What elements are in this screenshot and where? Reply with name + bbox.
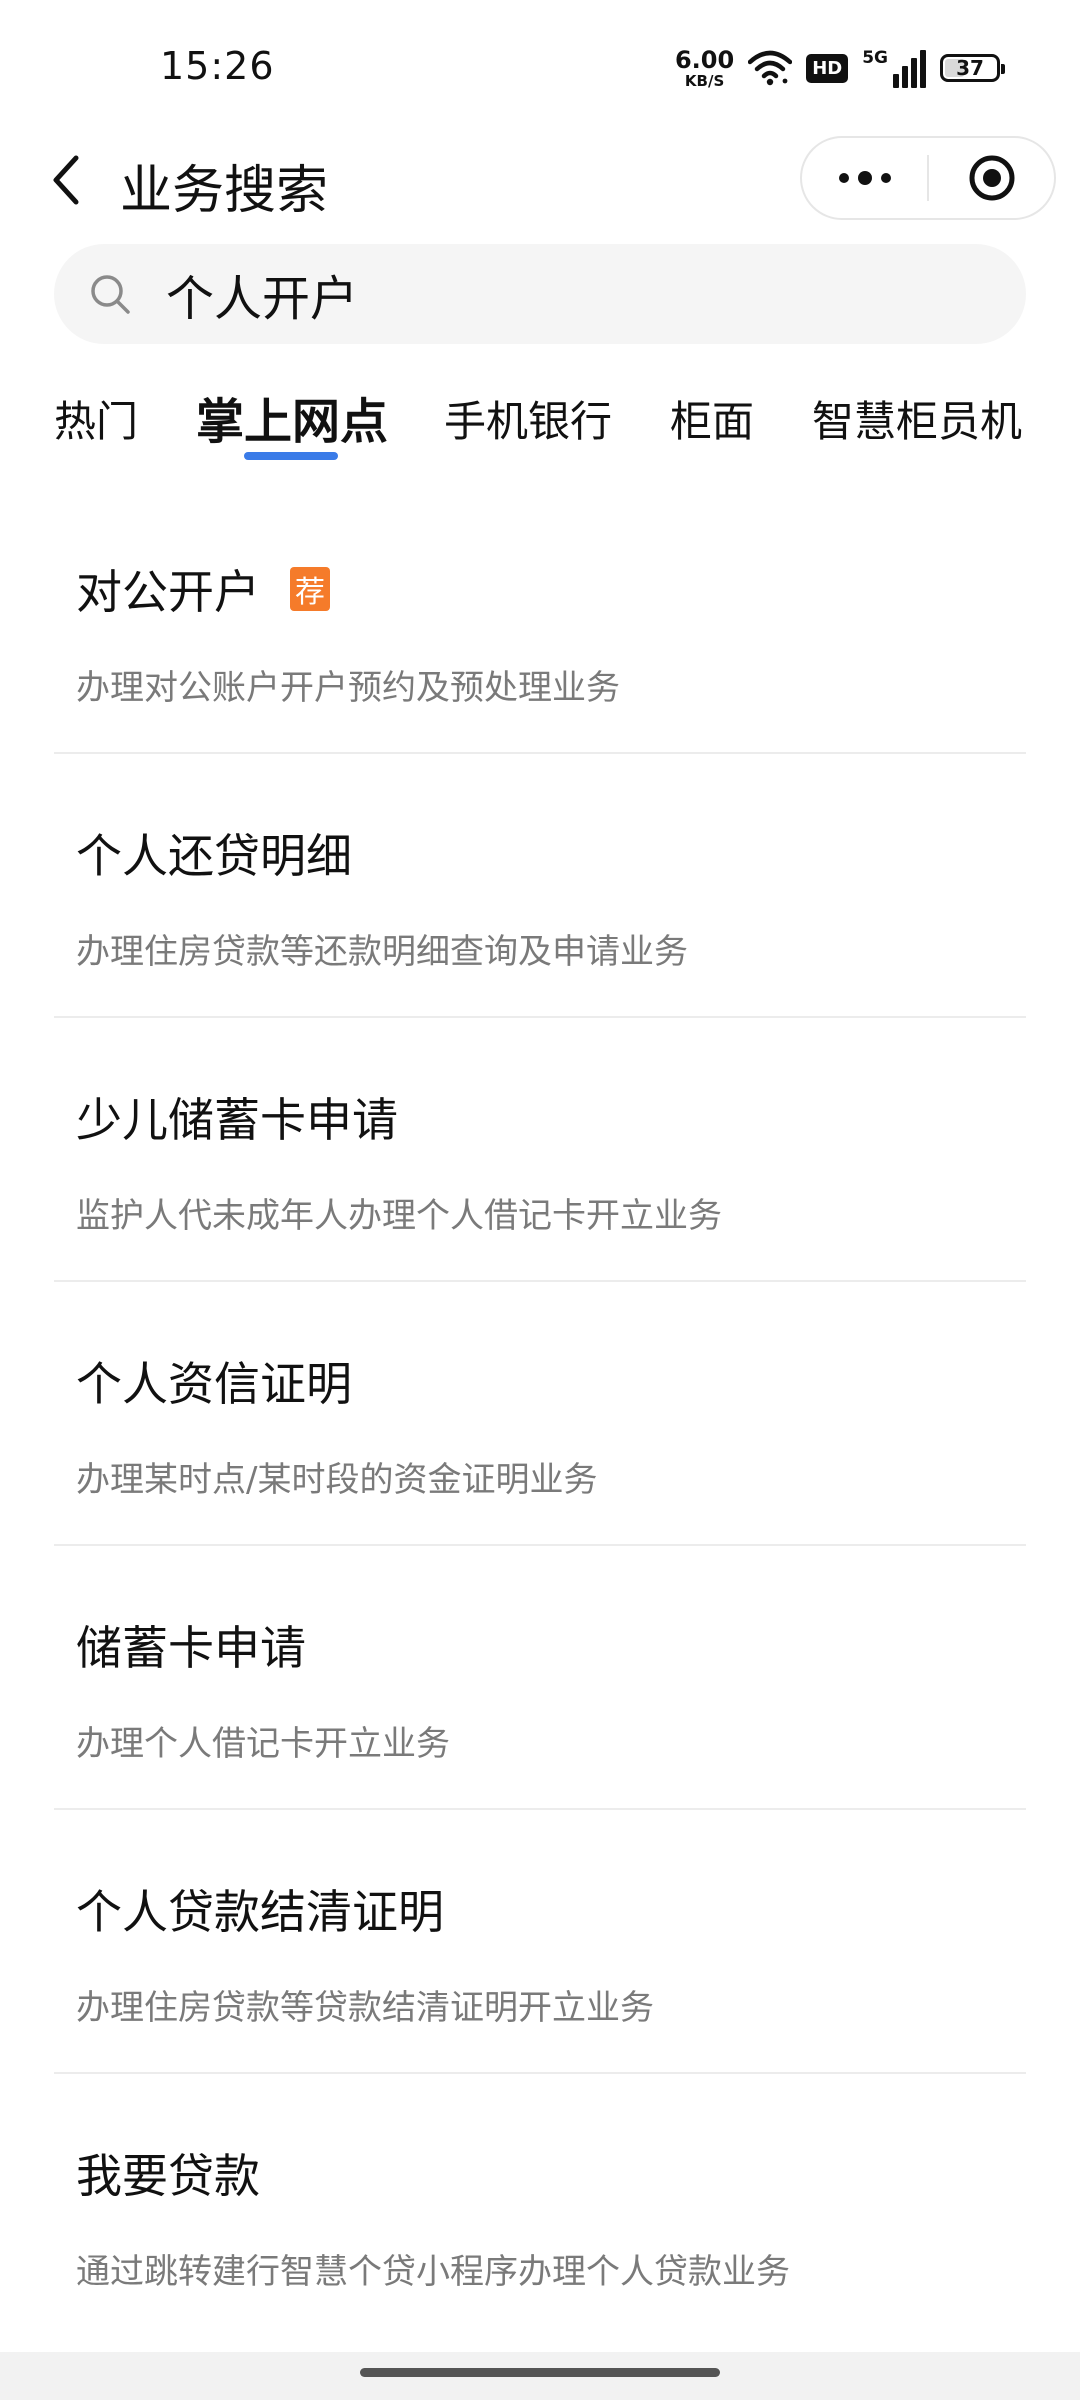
mini-program-capsule bbox=[800, 136, 1056, 220]
item-title: 个人还贷明细 bbox=[76, 829, 352, 883]
item-title: 少儿储蓄卡申请 bbox=[76, 1093, 398, 1147]
search-icon bbox=[91, 275, 130, 314]
wifi-icon bbox=[748, 50, 793, 86]
search-input[interactable] bbox=[166, 266, 926, 322]
navigation-header: 业务搜索 bbox=[0, 130, 1080, 230]
tab-hot[interactable]: 热门 bbox=[54, 388, 138, 449]
list-item[interactable]: 储蓄卡申请 办理个人借记卡开立业务 bbox=[54, 1546, 1026, 1810]
item-description: 办理住房贷款等贷款结清证明开立业务 bbox=[76, 1988, 654, 2028]
search-bar[interactable] bbox=[54, 244, 1026, 344]
item-description: 办理对公账户开户预约及预处理业务 bbox=[76, 668, 620, 708]
list-item[interactable]: 个人还贷明细 办理住房贷款等还款明细查询及申请业务 bbox=[54, 754, 1026, 1018]
item-title: 我要贷款 bbox=[76, 2149, 260, 2203]
item-description: 办理住房贷款等还款明细查询及申请业务 bbox=[76, 932, 688, 972]
active-tab-indicator bbox=[244, 452, 338, 460]
page-title: 业务搜索 bbox=[120, 161, 329, 221]
more-button[interactable] bbox=[802, 138, 927, 218]
net-speed-unit: KB/S bbox=[684, 71, 725, 90]
item-title: 对公开户 bbox=[76, 565, 260, 619]
home-indicator[interactable] bbox=[360, 2368, 720, 2377]
item-description: 通过跳转建行智慧个贷小程序办理个人贷款业务 bbox=[76, 2252, 790, 2292]
item-title: 个人贷款结清证明 bbox=[76, 1885, 444, 1939]
status-time: 15:26 bbox=[160, 44, 275, 88]
item-title-wrap: 对公开户 荐 bbox=[76, 556, 330, 622]
back-button[interactable] bbox=[36, 150, 96, 210]
category-tabs: 热门 掌上网点 手机银行 柜面 智慧柜员机 bbox=[0, 376, 1080, 476]
list-item[interactable]: 个人资信证明 办理某时点/某时段的资金证明业务 bbox=[54, 1282, 1026, 1546]
battery-icon: 37 bbox=[940, 54, 1005, 82]
status-bar: 15:26 6.00 KB/S HD 5G 37 bbox=[0, 0, 1080, 130]
more-dots-icon bbox=[838, 171, 891, 185]
list-item[interactable]: 对公开户 荐 办理对公账户开户预约及预处理业务 bbox=[54, 490, 1026, 754]
net-speed: 6.00 KB/S bbox=[675, 48, 734, 89]
item-title: 储蓄卡申请 bbox=[76, 1621, 306, 1675]
signal-bars-icon: 5G bbox=[862, 48, 926, 88]
tab-smart-teller[interactable]: 智慧柜员机 bbox=[812, 388, 1022, 449]
target-circle-icon bbox=[969, 155, 1014, 201]
list-item[interactable]: 少儿储蓄卡申请 监护人代未成年人办理个人借记卡开立业务 bbox=[54, 1018, 1026, 1282]
tab-mobile-banking[interactable]: 手机银行 bbox=[444, 388, 612, 449]
tab-mobile-outlet[interactable]: 掌上网点 bbox=[196, 382, 388, 452]
item-description: 办理个人借记卡开立业务 bbox=[76, 1724, 450, 1764]
tab-counter[interactable]: 柜面 bbox=[670, 388, 754, 449]
net-speed-value: 6.00 bbox=[674, 45, 735, 74]
app-root: 15:26 6.00 KB/S HD 5G 37 业务搜索 个人开户 热门 掌上… bbox=[0, 0, 1080, 2400]
list-item[interactable]: 我要贷款 通过跳转建行智慧个贷小程序办理个人贷款业务 bbox=[54, 2074, 1026, 2338]
item-description: 办理某时点/某时段的资金证明业务 bbox=[76, 1460, 598, 1500]
status-icons: 6.00 KB/S HD 5G 37 bbox=[675, 44, 1005, 92]
chevron-left-icon bbox=[53, 155, 79, 205]
list-item[interactable]: 个人贷款结清证明 办理住房贷款等贷款结清证明开立业务 bbox=[54, 1810, 1026, 2074]
item-title: 个人资信证明 bbox=[76, 1357, 352, 1411]
item-description: 监护人代未成年人办理个人借记卡开立业务 bbox=[76, 1196, 722, 1236]
close-button[interactable] bbox=[929, 138, 1054, 218]
hd-badge: HD bbox=[806, 53, 849, 83]
battery-level: 37 bbox=[956, 56, 984, 80]
service-list: 对公开户 荐 办理对公账户开户预约及预处理业务 个人还贷明细 办理住房贷款等还款… bbox=[54, 490, 1026, 2338]
recommend-badge: 荐 bbox=[290, 567, 330, 611]
network-type-label: 5G bbox=[862, 48, 888, 68]
